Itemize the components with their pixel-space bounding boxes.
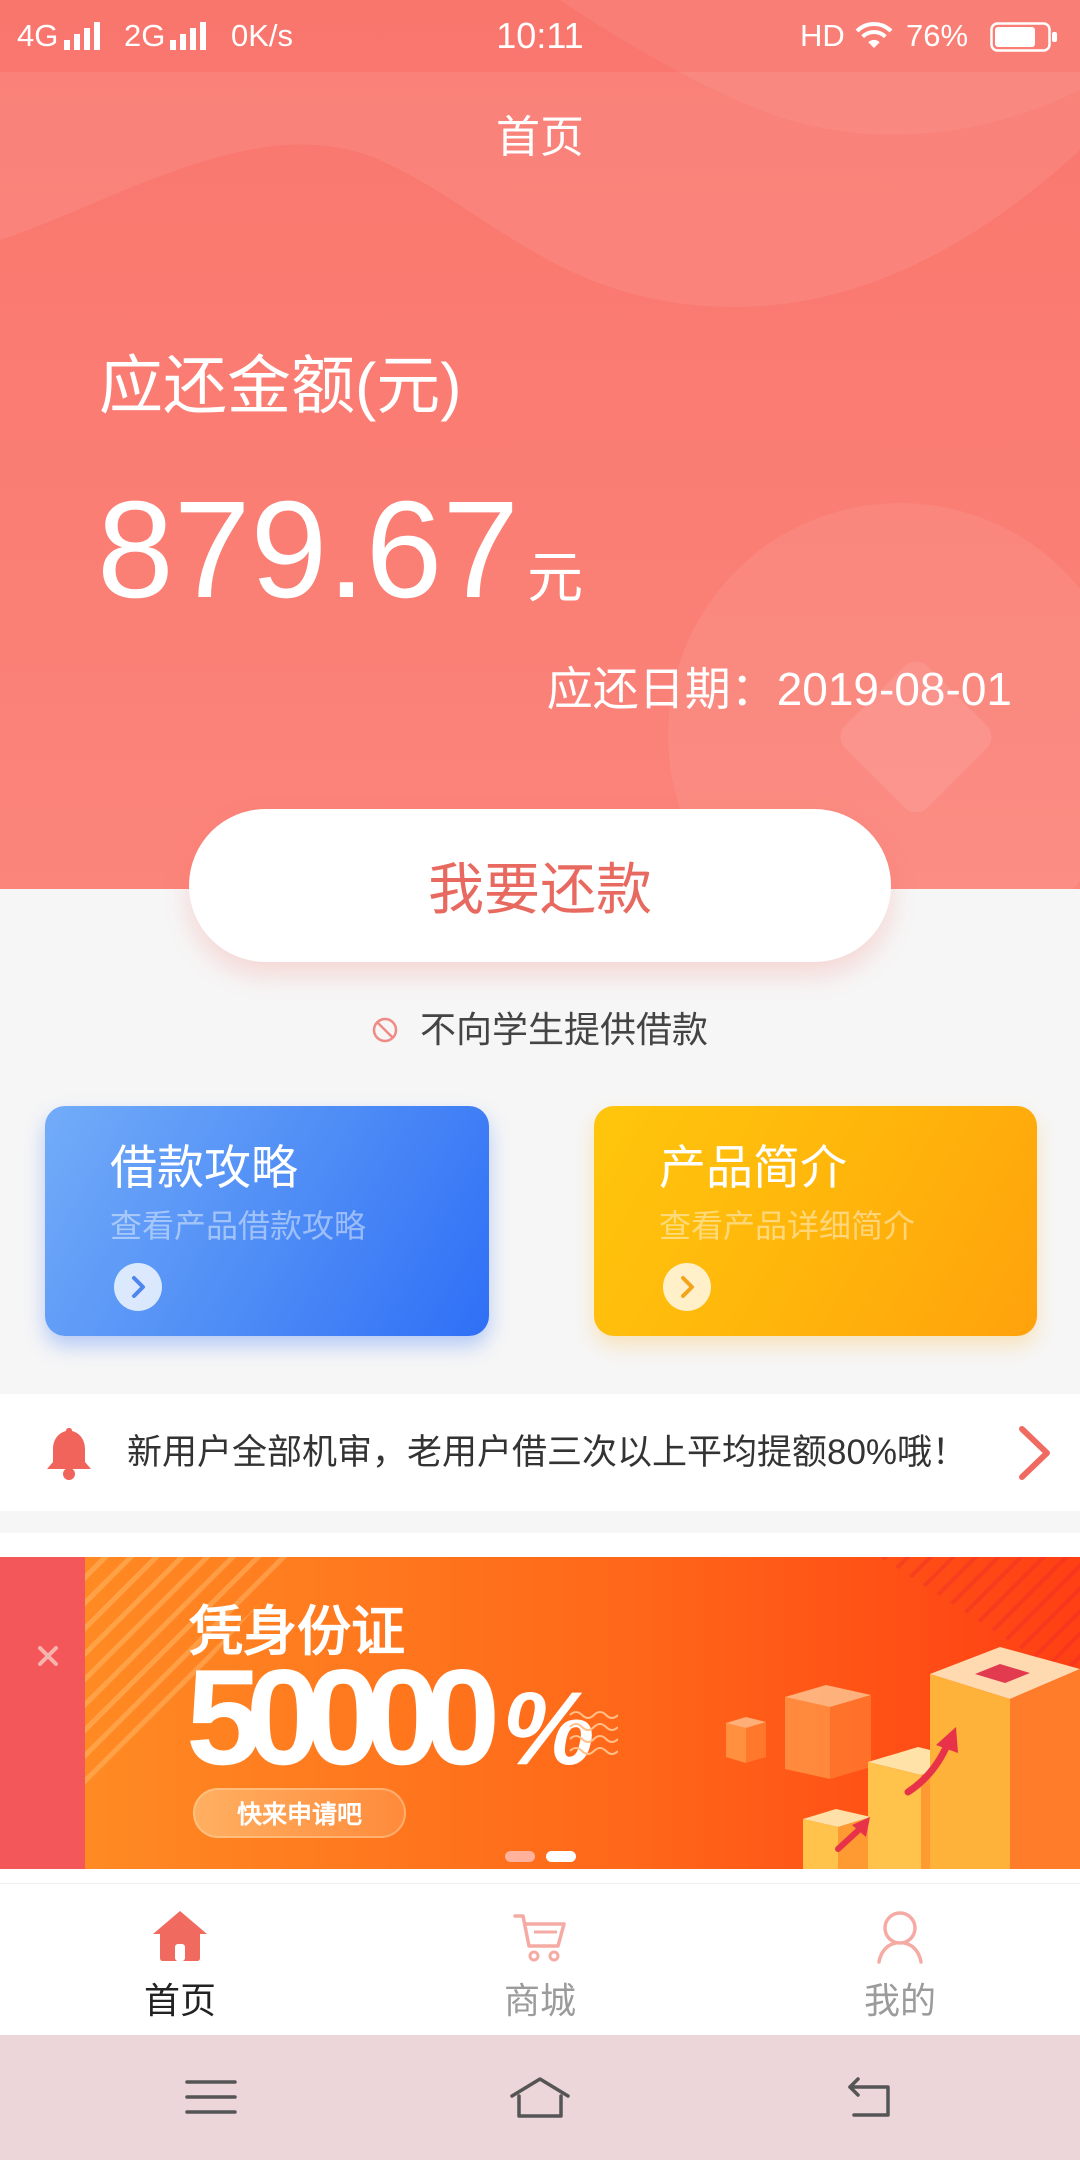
- amount-due-unit: 元: [527, 546, 584, 609]
- home-icon: [153, 1911, 207, 1961]
- due-date: 应还日期：2019-08-01: [547, 660, 1012, 718]
- card-subtitle: 查看产品借款攻略: [110, 1208, 367, 1244]
- announcement-text: 新用户全部机审，老用户借三次以上平均提额80%哦！: [127, 1433, 968, 1472]
- battery-icon: [990, 22, 1057, 52]
- banner-apply-button[interactable]: 快来申请吧: [193, 1788, 406, 1838]
- chevron-right-icon[interactable]: [113, 1262, 163, 1312]
- card-title: 借款攻略: [110, 1141, 298, 1194]
- student-notice-text: 不向学生提供借款: [419, 1009, 708, 1050]
- amount-due-label: 应还金额(元): [99, 350, 462, 422]
- close-icon[interactable]: [36, 1644, 60, 1668]
- status-bar: 4G 2G 0K/s 10:11 HD 76%: [0, 0, 1080, 72]
- banner-amount-value: 50000: [186, 1641, 500, 1793]
- wave-lines-decoration: [569, 1711, 618, 1755]
- battery-percent: 76%: [906, 18, 969, 53]
- card-subtitle: 查看产品详细简介: [659, 1208, 916, 1244]
- tab-label: 首页: [143, 1980, 216, 2021]
- banner-amount: 50000 %: [186, 1649, 595, 1785]
- wifi-icon: [855, 21, 893, 48]
- card-product-intro[interactable]: 产品简介 查看产品详细简介: [594, 1106, 1037, 1336]
- announcement-bar[interactable]: 新用户全部机审，老用户借三次以上平均提额80%哦！: [0, 1394, 1080, 1511]
- prohibited-icon: [372, 1017, 398, 1043]
- amount-due: 879.67 元: [97, 481, 583, 619]
- user-icon: [877, 1911, 923, 1964]
- due-date-value: 2019-08-01: [776, 663, 1012, 715]
- due-date-label: 应还日期：: [546, 663, 777, 715]
- tab-label: 我的: [863, 1980, 936, 2021]
- bottom-tab-bar: 首页 商城 我的: [0, 1883, 1080, 2035]
- page-title: 首页: [496, 113, 584, 162]
- card-loan-guide[interactable]: 借款攻略 查看产品借款攻略: [45, 1106, 489, 1336]
- amount-due-value: 879.67: [97, 473, 520, 627]
- card-title: 产品简介: [659, 1141, 847, 1194]
- menu-icon[interactable]: [185, 2077, 237, 2117]
- bell-icon: [47, 1428, 91, 1480]
- cart-icon: [513, 1914, 566, 1962]
- promo-banner[interactable]: 凭身份证 50000 % 快来申请吧: [0, 1557, 1080, 1869]
- back-icon[interactable]: [842, 2075, 894, 2119]
- carousel-dot[interactable]: [505, 1851, 535, 1862]
- divider: [0, 1533, 1080, 1557]
- chevron-right-icon[interactable]: [1014, 1424, 1054, 1482]
- tab-mine[interactable]: 我的: [720, 1884, 1080, 2036]
- repayment-hero: 4G 2G 0K/s 10:11 HD 76% 首页 应还金额(元) 879.6…: [0, 0, 1080, 889]
- system-navigation-bar: [0, 2035, 1080, 2160]
- tab-home[interactable]: 首页: [0, 1884, 360, 2036]
- carousel-dot-active[interactable]: [546, 1851, 576, 1862]
- hd-label: HD: [800, 18, 845, 53]
- tab-label: 商城: [503, 1980, 576, 2021]
- chevron-right-icon[interactable]: [662, 1262, 712, 1312]
- divider: [0, 1869, 1080, 1883]
- student-notice: 不向学生提供借款: [0, 1005, 1080, 1055]
- home-outline-icon[interactable]: [508, 2074, 572, 2120]
- tab-mall[interactable]: 商城: [360, 1884, 720, 2036]
- repay-button[interactable]: 我要还款: [189, 809, 891, 962]
